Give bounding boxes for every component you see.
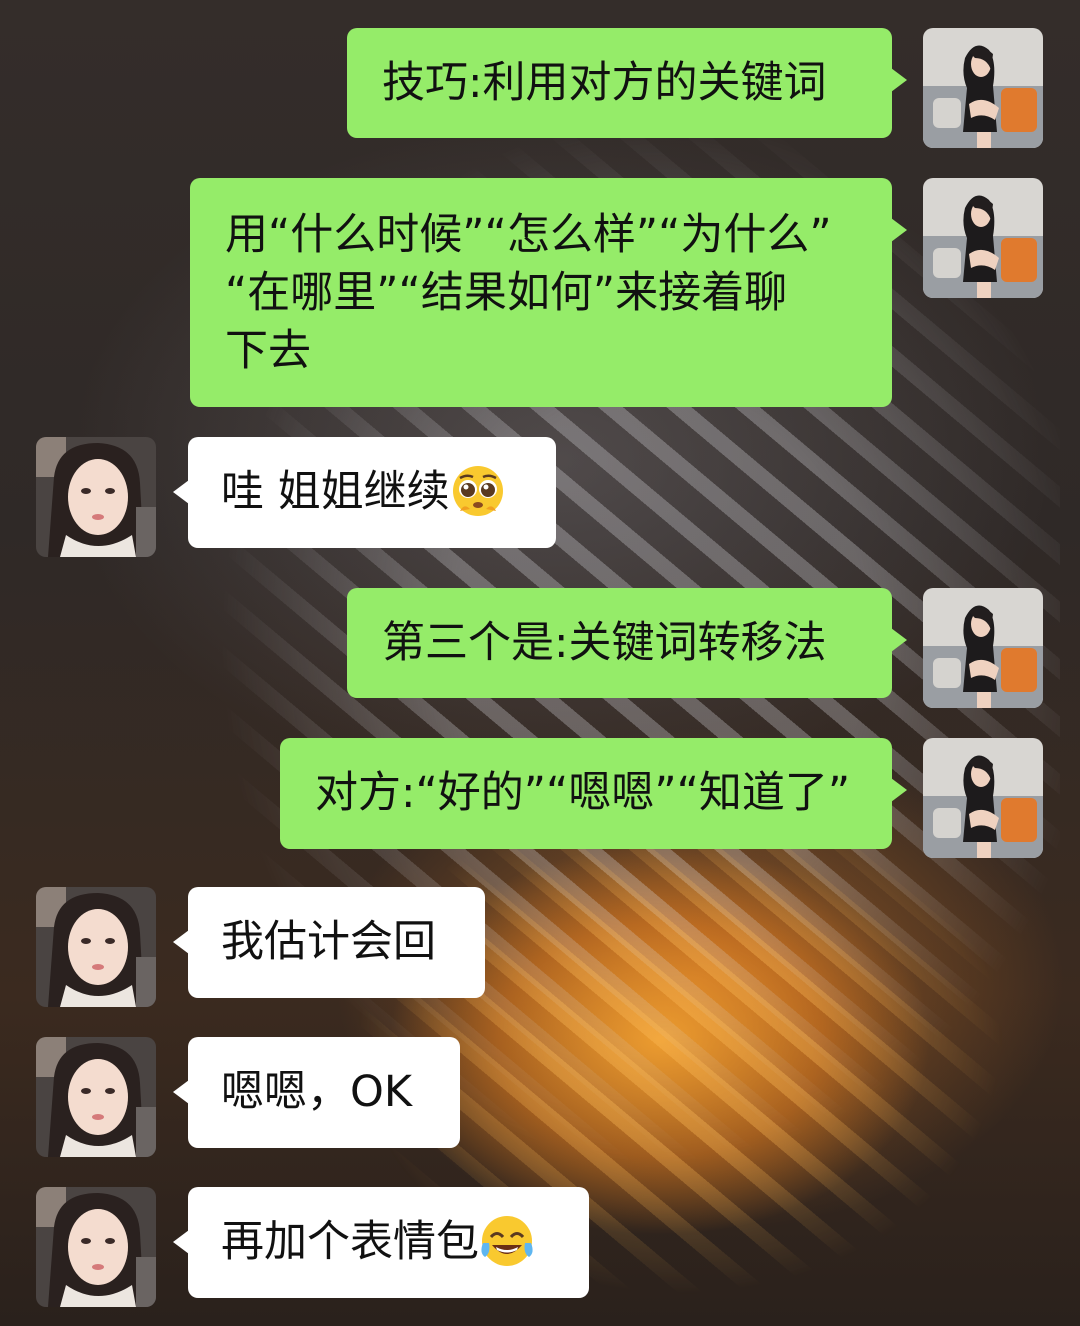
avatar-friend[interactable] — [36, 887, 156, 1007]
avatar-self[interactable] — [923, 588, 1043, 708]
tears-of-joy-emoji — [479, 1213, 535, 1269]
avatar-self[interactable] — [923, 178, 1043, 298]
message-text: 再加个表情包 — [221, 1217, 479, 1267]
message-bubble-sent[interactable]: 用“什么时候”“怎么样”“为什么” “在哪里”“结果如何”来接着聊 下去 — [190, 178, 907, 407]
message-text: 哇 姐姐继续 — [221, 467, 450, 517]
message-bubble-sent[interactable]: 第三个是:关键词转移法 — [347, 588, 907, 698]
friend-avatar-image — [36, 437, 156, 557]
self-avatar-image — [923, 588, 1043, 708]
message-bubble-received[interactable]: 我估计会回 — [173, 887, 485, 998]
message-text-line: 用“什么时候”“怎么样”“为什么” — [225, 210, 832, 260]
avatar-self[interactable] — [923, 738, 1043, 858]
message-bubble-sent[interactable]: 对方:“好的”“嗯嗯”“知道了” — [280, 738, 907, 849]
avatar-friend[interactable] — [36, 437, 156, 557]
self-avatar-image — [923, 738, 1043, 858]
self-avatar-image — [923, 28, 1043, 148]
message-bubble-received[interactable]: 哇 姐姐继续 — [173, 437, 556, 548]
message-bubble-sent[interactable]: 技巧:利用对方的关键词 — [347, 28, 907, 138]
message-text-line: 下去 — [225, 326, 311, 376]
avatar-friend[interactable] — [36, 1037, 156, 1157]
friend-avatar-image — [36, 1037, 156, 1157]
friend-avatar-image — [36, 1187, 156, 1307]
self-avatar-image — [923, 178, 1043, 298]
message-text: 嗯嗯，OK — [221, 1067, 413, 1117]
message-text: 技巧:利用对方的关键词 — [382, 58, 827, 108]
avatar-friend[interactable] — [36, 1187, 156, 1307]
message-bubble-received[interactable]: 再加个表情包 — [173, 1187, 589, 1298]
pleading-face-emoji — [450, 463, 506, 519]
message-bubble-received[interactable]: 嗯嗯，OK — [173, 1037, 460, 1148]
friend-avatar-image — [36, 887, 156, 1007]
message-text: 我估计会回 — [221, 917, 436, 967]
message-text: 对方:“好的”“嗯嗯”“知道了” — [315, 768, 851, 818]
message-text-line: “在哪里”“结果如何”来接着聊 — [225, 268, 788, 318]
message-text: 第三个是:关键词转移法 — [382, 618, 827, 668]
avatar-self[interactable] — [923, 28, 1043, 148]
